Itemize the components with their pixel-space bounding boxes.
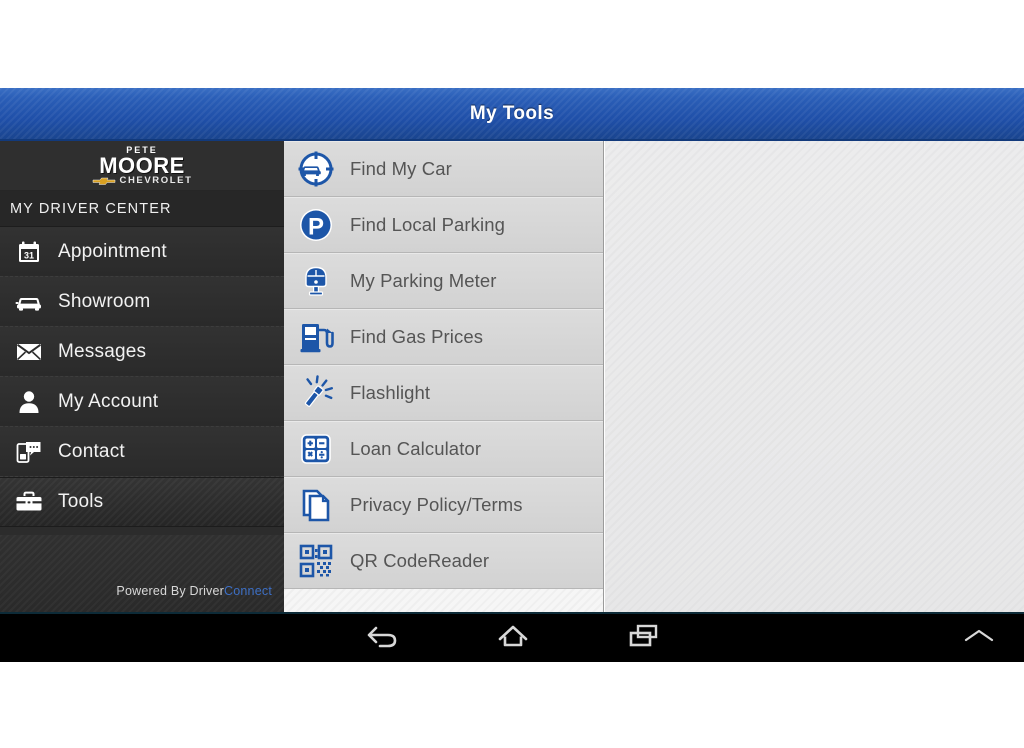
sidebar-item-messages[interactable]: Messages xyxy=(0,327,284,377)
chevrolet-bowtie-icon xyxy=(92,177,116,185)
recent-apps-icon xyxy=(626,622,660,655)
tool-item-flashlight[interactable]: Flashlight xyxy=(284,365,603,421)
powered-by-text: Powered By DriverConnect xyxy=(116,584,272,598)
flashlight-icon xyxy=(292,373,340,413)
powered-by-brand: Connect xyxy=(224,584,272,598)
page-title: My Tools xyxy=(469,102,555,124)
tool-item-label: Find Gas Prices xyxy=(350,325,484,347)
envelope-icon xyxy=(12,337,46,367)
tool-item-find-my-car[interactable]: Find My Car xyxy=(284,141,603,197)
sidebar-item-showroom[interactable]: Showroom xyxy=(0,277,284,327)
sidebar-item-label: Appointment xyxy=(58,240,167,262)
dealer-logo[interactable]: PETE MOORE CHEVROLET xyxy=(0,141,284,191)
tool-item-find-gas-prices[interactable]: Find Gas Prices xyxy=(284,309,603,365)
sidebar-section-label: MY DRIVER CENTER xyxy=(10,200,172,217)
person-icon xyxy=(12,387,46,417)
tool-item-find-local-parking[interactable]: P Find Local Parking xyxy=(284,197,603,253)
logo-moore-text: MOORE xyxy=(99,152,185,178)
tool-item-label: My Parking Meter xyxy=(350,269,497,291)
sidebar-item-label: My Account xyxy=(58,390,159,412)
tool-item-label: Loan Calculator xyxy=(350,437,482,459)
tool-item-label: Privacy Policy/Terms xyxy=(350,493,523,515)
tool-item-label: Find Local Parking xyxy=(350,213,506,235)
sidebar-item-label: Showroom xyxy=(58,290,151,312)
tool-item-my-parking-meter[interactable]: My Parking Meter xyxy=(284,253,603,309)
tools-list-empty-tail xyxy=(284,589,603,612)
app-root: My Tools PETE MOORE CHEVROLET MY DRIVER … xyxy=(0,0,1024,748)
logo-graphic: PETE MOORE CHEVROLET xyxy=(77,145,207,187)
tool-item-qr-code-reader[interactable]: QR CodeReader xyxy=(284,533,603,589)
svg-text:31: 31 xyxy=(24,250,34,260)
nav-home-button[interactable] xyxy=(448,613,578,663)
documents-icon xyxy=(292,485,340,525)
tools-list-panel: Find My Car P Find Local Parking My Park… xyxy=(284,141,604,612)
bottom-blank-area xyxy=(0,662,1024,748)
sidebar-section-header: MY DRIVER CENTER xyxy=(0,191,284,227)
tool-item-loan-calculator[interactable]: Loan Calculator xyxy=(284,421,603,477)
nav-recent-apps-button[interactable] xyxy=(578,613,708,663)
powered-by-prefix: Powered By Driver xyxy=(116,584,225,598)
home-icon xyxy=(496,622,530,655)
sidebar-item-label: Contact xyxy=(58,440,125,462)
top-blank-area xyxy=(0,0,1024,88)
nav-back-button[interactable] xyxy=(318,613,448,663)
sidebar-footer: Powered By DriverConnect xyxy=(0,535,284,612)
chevron-up-icon xyxy=(960,626,998,651)
sidebar-item-label: Messages xyxy=(58,340,147,362)
svg-text:P: P xyxy=(308,213,324,240)
sidebar-item-label: Tools xyxy=(58,491,104,512)
parking-meter-icon xyxy=(292,261,340,301)
sidebar-nav-list: 31 Appointment Showroom Messages My Acco… xyxy=(0,227,284,527)
sidebar-item-tools[interactable]: Tools xyxy=(0,477,284,527)
phone-chat-icon xyxy=(12,437,46,467)
toolbox-icon xyxy=(12,487,46,517)
android-nav-bar xyxy=(0,612,1024,662)
qr-code-icon xyxy=(292,541,340,581)
parking-p-icon: P xyxy=(292,205,340,245)
tool-item-label: Flashlight xyxy=(350,381,431,403)
tool-item-privacy-policy-terms[interactable]: Privacy Policy/Terms xyxy=(284,477,603,533)
car-compass-icon xyxy=(292,149,340,189)
nav-expand-button[interactable] xyxy=(934,613,1024,663)
back-arrow-icon xyxy=(366,622,400,655)
calendar-icon: 31 xyxy=(12,237,46,267)
sidebar-item-my-account[interactable]: My Account xyxy=(0,377,284,427)
sidebar: PETE MOORE CHEVROLET MY DRIVER CENTER 31… xyxy=(0,141,284,612)
content-panel xyxy=(605,141,1024,612)
tool-item-label: Find My Car xyxy=(350,157,452,179)
logo-bottom-row: CHEVROLET xyxy=(92,174,193,186)
title-bar: My Tools xyxy=(0,88,1024,141)
sidebar-item-appointment[interactable]: 31 Appointment xyxy=(0,227,284,277)
car-front-icon xyxy=(12,287,46,317)
gas-pump-icon xyxy=(292,317,340,357)
logo-chevrolet-text: CHEVROLET xyxy=(119,174,193,186)
calculator-icon xyxy=(292,429,340,469)
tool-item-label: QR CodeReader xyxy=(350,549,490,571)
sidebar-item-contact[interactable]: Contact xyxy=(0,427,284,477)
